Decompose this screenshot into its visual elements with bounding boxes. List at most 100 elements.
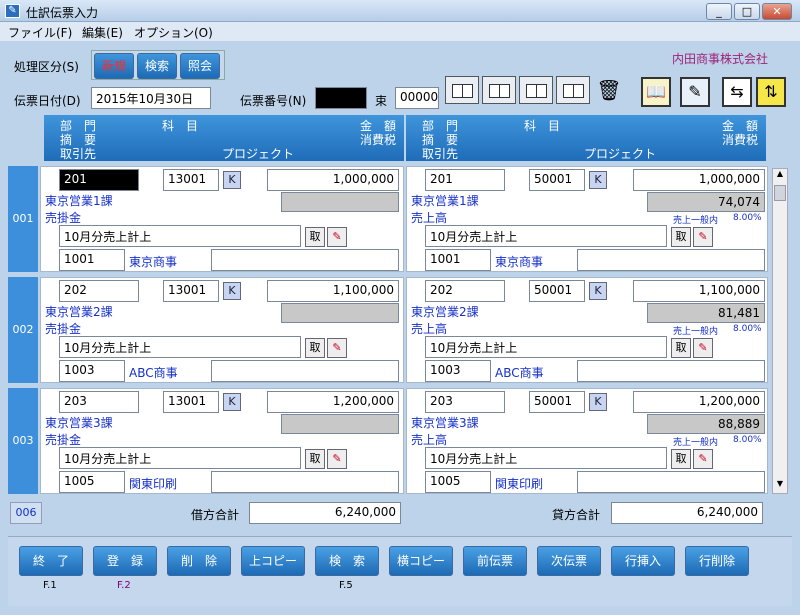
search-mode-button[interactable]: 検索 (137, 53, 177, 79)
credit-summary-select-button[interactable]: 取 (671, 338, 691, 358)
date-field[interactable]: 2015年10月30日 (91, 87, 211, 109)
debit-summary-select-button[interactable]: 取 (305, 227, 325, 247)
credit-amount-field[interactable]: 1,100,000 (633, 280, 765, 302)
fkey-button-6[interactable]: 横コピー (389, 546, 453, 576)
debit-project-field[interactable] (211, 471, 399, 493)
debit-account-field[interactable]: 13001 (163, 169, 219, 191)
header-project: プロジェクト (222, 147, 295, 161)
number-field[interactable] (315, 87, 367, 109)
debit-partner-name: 関東印刷 (129, 477, 178, 491)
credit-amount-field[interactable]: 1,200,000 (633, 391, 765, 413)
debit-summary-field[interactable]: 10月分売上計上 (59, 336, 301, 358)
scroll-thumb[interactable] (774, 185, 786, 201)
debit-project-field[interactable] (211, 249, 399, 271)
credit-dept-field[interactable]: 203 (425, 391, 505, 413)
book-view-3-icon[interactable] (519, 76, 553, 104)
debit-account-lookup-button[interactable]: K (223, 282, 241, 300)
scroll-up-icon[interactable]: ▲ (773, 169, 787, 183)
debit-partner-code-field[interactable]: 1001 (59, 249, 125, 271)
fkey-button-2[interactable]: 登 録 (93, 546, 157, 576)
credit-account-field[interactable]: 50001 (529, 169, 585, 191)
credit-summary-edit-icon[interactable]: ✎ (693, 338, 713, 358)
credit-tax-field: 81,481 (647, 303, 765, 323)
debit-amount-field[interactable]: 1,100,000 (267, 280, 399, 302)
book-view-1-icon[interactable] (445, 76, 479, 104)
debit-dept-field[interactable]: 201 (59, 169, 139, 191)
debit-summary-edit-icon[interactable]: ✎ (327, 338, 347, 358)
debit-summary-field[interactable]: 10月分売上計上 (59, 225, 301, 247)
debit-amount-field[interactable]: 1,200,000 (267, 391, 399, 413)
debit-account-name: 売掛金 (45, 433, 82, 447)
fkey-button-1[interactable]: 終 了 (19, 546, 83, 576)
fkey-button-5[interactable]: 検 索 (315, 546, 379, 576)
credit-summary-select-button[interactable]: 取 (671, 227, 691, 247)
minimize-button[interactable]: _ (706, 3, 732, 20)
credit-summary-field[interactable]: 10月分売上計上 (425, 225, 667, 247)
trash-icon[interactable]: 🗑 (596, 76, 622, 106)
debit-partner-name: 東京商事 (129, 255, 178, 269)
credit-account-field[interactable]: 50001 (529, 391, 585, 413)
menu-file[interactable]: ファイル(F) (8, 24, 72, 41)
debit-entry-panel: 201 13001 K 1,000,000 東京営業1課 売掛金 10月分売上計上取 ✎ 100… (40, 166, 404, 272)
credit-project-field[interactable] (577, 249, 765, 271)
close-button[interactable]: ✕ (762, 3, 792, 20)
credit-summary-select-button[interactable]: 取 (671, 449, 691, 469)
bundle-field[interactable]: 00000 (395, 87, 439, 109)
scroll-down-icon[interactable]: ▼ (773, 479, 787, 493)
debit-account-field[interactable]: 13001 (163, 391, 219, 413)
credit-project-field[interactable] (577, 471, 765, 493)
debit-partner-code-field[interactable]: 1005 (59, 471, 125, 493)
credit-partner-code-field[interactable]: 1003 (425, 360, 491, 382)
debit-account-lookup-button[interactable]: K (223, 171, 241, 189)
debit-dept-field[interactable]: 202 (59, 280, 139, 302)
credit-summary-edit-icon[interactable]: ✎ (693, 449, 713, 469)
credit-account-lookup-button[interactable]: K (589, 282, 607, 300)
credit-summary-edit-icon[interactable]: ✎ (693, 227, 713, 247)
open-book-icon[interactable]: 📖 (641, 77, 671, 107)
menu-options[interactable]: オプション(O) (134, 24, 213, 41)
debit-summary-select-button[interactable]: 取 (305, 449, 325, 469)
debit-dept-field[interactable]: 203 (59, 391, 139, 413)
credit-account-field[interactable]: 50001 (529, 280, 585, 302)
credit-summary-field[interactable]: 10月分売上計上 (425, 447, 667, 469)
fkey-button-4[interactable]: 上コピー (241, 546, 305, 576)
inquiry-mode-button[interactable]: 照会 (180, 53, 220, 79)
credit-account-lookup-button[interactable]: K (589, 171, 607, 189)
debit-partner-code-field[interactable]: 1003 (59, 360, 125, 382)
book-view-4-icon[interactable] (556, 76, 590, 104)
debit-entry-panel: 202 13001 K 1,100,000 東京営業2課 売掛金 10月分売上計上取 ✎ 100… (40, 277, 404, 383)
debit-summary-edit-icon[interactable]: ✎ (327, 449, 347, 469)
edit-pen-icon[interactable]: ✎ (680, 77, 710, 107)
maximize-button[interactable]: □ (734, 3, 760, 20)
debit-summary-field[interactable]: 10月分売上計上 (59, 447, 301, 469)
debit-account-lookup-button[interactable]: K (223, 393, 241, 411)
debit-amount-field[interactable]: 1,000,000 (267, 169, 399, 191)
debit-summary-edit-icon[interactable]: ✎ (327, 227, 347, 247)
credit-dept-field[interactable]: 202 (425, 280, 505, 302)
credit-partner-code-field[interactable]: 1005 (425, 471, 491, 493)
fkey-button-3[interactable]: 削 除 (167, 546, 231, 576)
debit-account-field[interactable]: 13001 (163, 280, 219, 302)
fkey-button-7[interactable]: 前伝票 (463, 546, 527, 576)
credit-tax-type: 売上一般内 (673, 438, 719, 448)
credit-amount-field[interactable]: 1,000,000 (633, 169, 765, 191)
header-account: 科 目 (524, 119, 561, 133)
credit-dept-field[interactable]: 201 (425, 169, 505, 191)
swap-icon[interactable]: ⇆ (722, 77, 752, 107)
sort-icon[interactable]: ⇅ (756, 77, 786, 107)
book-view-2-icon[interactable] (482, 76, 516, 104)
debit-summary-select-button[interactable]: 取 (305, 338, 325, 358)
credit-project-field[interactable] (577, 360, 765, 382)
vertical-scrollbar[interactable]: ▲ ▼ (772, 168, 788, 494)
fkey-button-9[interactable]: 行挿入 (611, 546, 675, 576)
credit-account-lookup-button[interactable]: K (589, 393, 607, 411)
fkey-button-10[interactable]: 行削除 (685, 546, 749, 576)
credit-partner-code-field[interactable]: 1001 (425, 249, 491, 271)
new-mode-button[interactable]: 新規 (94, 53, 134, 79)
credit-summary-field[interactable]: 10月分売上計上 (425, 336, 667, 358)
debit-tax-field (281, 192, 399, 212)
fkey-button-8[interactable]: 次伝票 (537, 546, 601, 576)
menu-edit[interactable]: 編集(E) (82, 24, 123, 41)
debit-project-field[interactable] (211, 360, 399, 382)
company-name: 内田商事株式会社 (672, 52, 769, 66)
